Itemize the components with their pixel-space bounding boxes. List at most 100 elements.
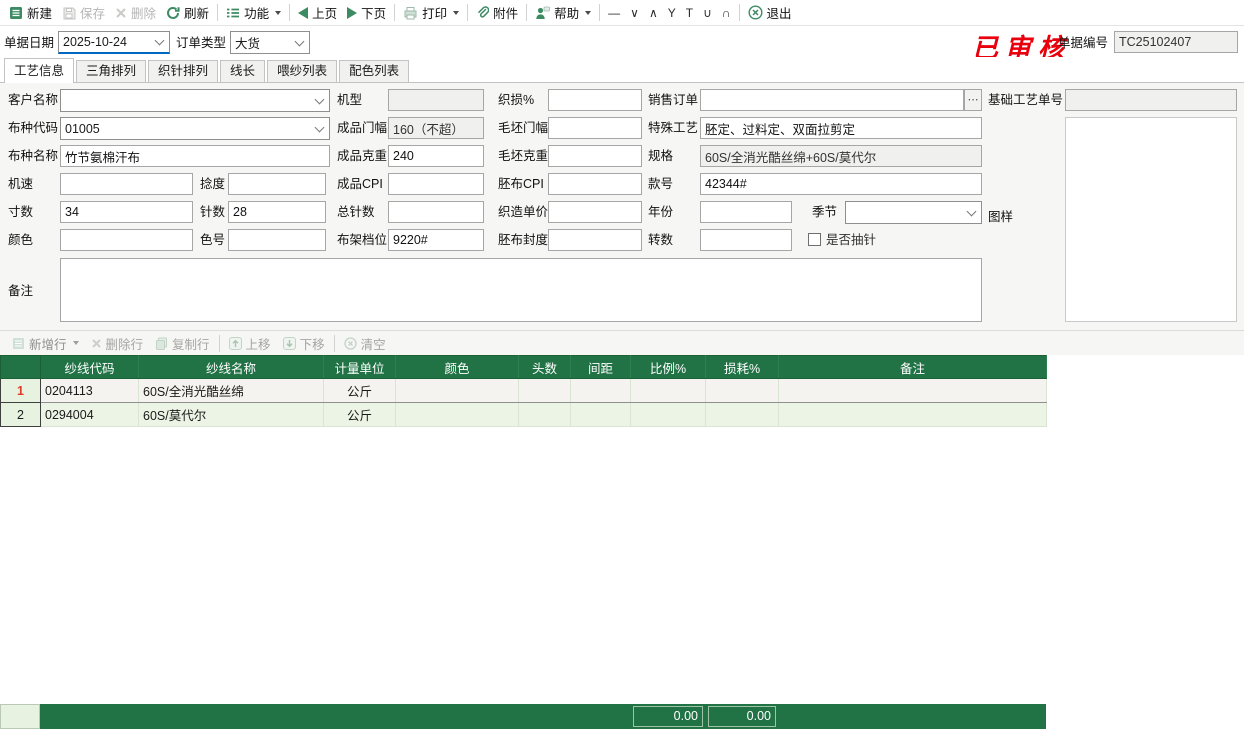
tab-yarn-length[interactable]: 线长 <box>220 60 265 82</box>
color-no-label: 色号 <box>200 229 225 251</box>
grid-col-yarn-name: 纱线名称 <box>139 356 324 379</box>
help-button[interactable]: 帮助 <box>530 1 596 24</box>
functions-label: 功能 <box>244 3 269 22</box>
tab-feeder-list[interactable]: 喂纱列表 <box>267 60 337 82</box>
cell-yarn-code[interactable]: 0294004 <box>41 403 139 427</box>
weave-loss-label: 织损% <box>498 89 534 111</box>
sales-order-field[interactable] <box>700 89 964 111</box>
season-combo[interactable] <box>845 201 982 224</box>
new-button[interactable]: 新建 <box>4 1 57 24</box>
tab-color-list[interactable]: 配色列表 <box>339 60 409 82</box>
blank-seal-field[interactable] <box>548 229 642 251</box>
menu-list-icon <box>226 7 240 19</box>
fabric-name-field[interactable] <box>60 145 330 167</box>
cell-ratio[interactable] <box>631 403 706 427</box>
order-type-combo[interactable]: 大货 <box>230 31 310 54</box>
year-field[interactable] <box>700 201 792 223</box>
customer-combo[interactable] <box>60 89 330 112</box>
stitch-symbol-v-button[interactable]: ∨ <box>625 5 644 21</box>
loss-total-cell: 0.00 <box>708 706 776 727</box>
doc-date-combo[interactable]: 2025-10-24 <box>58 31 170 54</box>
finished-weight-field[interactable] <box>388 145 484 167</box>
attachment-button[interactable]: 附件 <box>471 1 523 24</box>
stitch-symbol-cap-button[interactable]: ∩ <box>717 5 736 21</box>
weave-loss-field[interactable] <box>548 89 642 111</box>
row-selector[interactable]: 1 <box>1 379 41 403</box>
chevron-down-icon <box>967 206 977 216</box>
tab-process-info[interactable]: 工艺信息 <box>4 58 74 83</box>
cell-remark[interactable] <box>779 403 1047 427</box>
cell-yarn-name[interactable]: 60S/全消光酷丝绵 <box>139 379 324 403</box>
remarks-textarea[interactable] <box>60 258 982 322</box>
cell-heads[interactable] <box>519 403 571 427</box>
cell-loss[interactable] <box>706 379 779 403</box>
stitch-symbol-cup-button[interactable]: ∪ <box>698 5 717 21</box>
special-process-field[interactable] <box>700 117 982 139</box>
cell-loss[interactable] <box>706 403 779 427</box>
save-label: 保存 <box>80 3 105 22</box>
table-row: 1 0204113 60S/全消光酷丝绵 公斤 <box>1 379 1047 403</box>
cell-remark[interactable] <box>779 379 1047 403</box>
twist-field[interactable] <box>228 173 326 195</box>
machine-speed-label: 机速 <box>8 173 33 195</box>
cell-spacing[interactable] <box>571 403 631 427</box>
cell-unit[interactable]: 公斤 <box>324 379 396 403</box>
dropdown-caret-icon <box>73 341 79 345</box>
clear-label: 清空 <box>361 334 386 353</box>
color-no-field[interactable] <box>228 229 326 251</box>
cell-color[interactable] <box>396 403 519 427</box>
dropdown-caret-icon <box>453 11 459 15</box>
order-type-value: 大货 <box>235 33 292 52</box>
needles-field[interactable] <box>228 201 326 223</box>
refresh-button[interactable]: 刷新 <box>161 1 214 24</box>
stitch-symbol-t-button[interactable]: T <box>681 5 698 21</box>
toolbar-separator <box>334 335 335 352</box>
next-page-button[interactable]: 下页 <box>342 1 391 24</box>
style-no-field[interactable] <box>700 173 982 195</box>
needle-pull-checkbox[interactable] <box>808 233 821 246</box>
cell-heads[interactable] <box>519 379 571 403</box>
cell-ratio[interactable] <box>631 379 706 403</box>
arrow-up-icon <box>229 337 242 350</box>
machine-speed-field[interactable] <box>60 173 193 195</box>
stitch-symbol-dash-button[interactable]: — <box>603 5 625 21</box>
stitch-symbol-y-button[interactable]: Y <box>663 5 681 21</box>
tab-needle-arrangement[interactable]: 织针排列 <box>148 60 218 82</box>
color-field[interactable] <box>60 229 193 251</box>
sales-order-lookup-button[interactable]: ⋯ <box>964 89 982 111</box>
functions-menu-button[interactable]: 功能 <box>221 1 286 24</box>
finished-cpi-field[interactable] <box>388 173 484 195</box>
prev-page-button[interactable]: 上页 <box>293 1 342 24</box>
toolbar-separator <box>599 4 600 21</box>
prev-arrow-icon <box>298 7 308 19</box>
toolbar-separator <box>739 4 740 21</box>
blank-weight-field[interactable] <box>548 145 642 167</box>
rack-gear-field[interactable] <box>388 229 484 251</box>
total-needles-field[interactable] <box>388 201 484 223</box>
print-button[interactable]: 打印 <box>398 1 464 24</box>
move-up-label: 上移 <box>246 334 271 353</box>
fabric-code-combo[interactable]: 01005 <box>60 117 330 140</box>
cell-color[interactable] <box>396 379 519 403</box>
cell-yarn-name[interactable]: 60S/莫代尔 <box>139 403 324 427</box>
add-row-button[interactable]: 新增行 <box>6 332 85 355</box>
cell-unit[interactable]: 公斤 <box>324 403 396 427</box>
weave-price-field[interactable] <box>548 201 642 223</box>
cell-spacing[interactable] <box>571 379 631 403</box>
row-selector[interactable]: 2 <box>1 403 41 427</box>
sales-order-label: 销售订单 <box>648 89 698 111</box>
needle-pull-label: 是否抽针 <box>826 229 876 251</box>
blank-width-field[interactable] <box>548 117 642 139</box>
stitch-symbol-caret-button[interactable]: ∧ <box>644 5 663 21</box>
pattern-image-box[interactable] <box>1065 117 1237 322</box>
cell-yarn-code[interactable]: 0204113 <box>41 379 139 403</box>
grid-toolbar: 新增行 删除行 复制行 上移 下移 清空 <box>0 330 1244 355</box>
inches-field[interactable] <box>60 201 193 223</box>
twist-label: 捻度 <box>200 173 225 195</box>
blank-cpi-field[interactable] <box>548 173 642 195</box>
tab-cam-arrangement[interactable]: 三角排列 <box>76 60 146 82</box>
revolutions-field[interactable] <box>700 229 792 251</box>
toolbar-separator <box>289 4 290 21</box>
copy-row-icon <box>155 337 168 350</box>
exit-button[interactable]: 退出 <box>743 1 797 24</box>
